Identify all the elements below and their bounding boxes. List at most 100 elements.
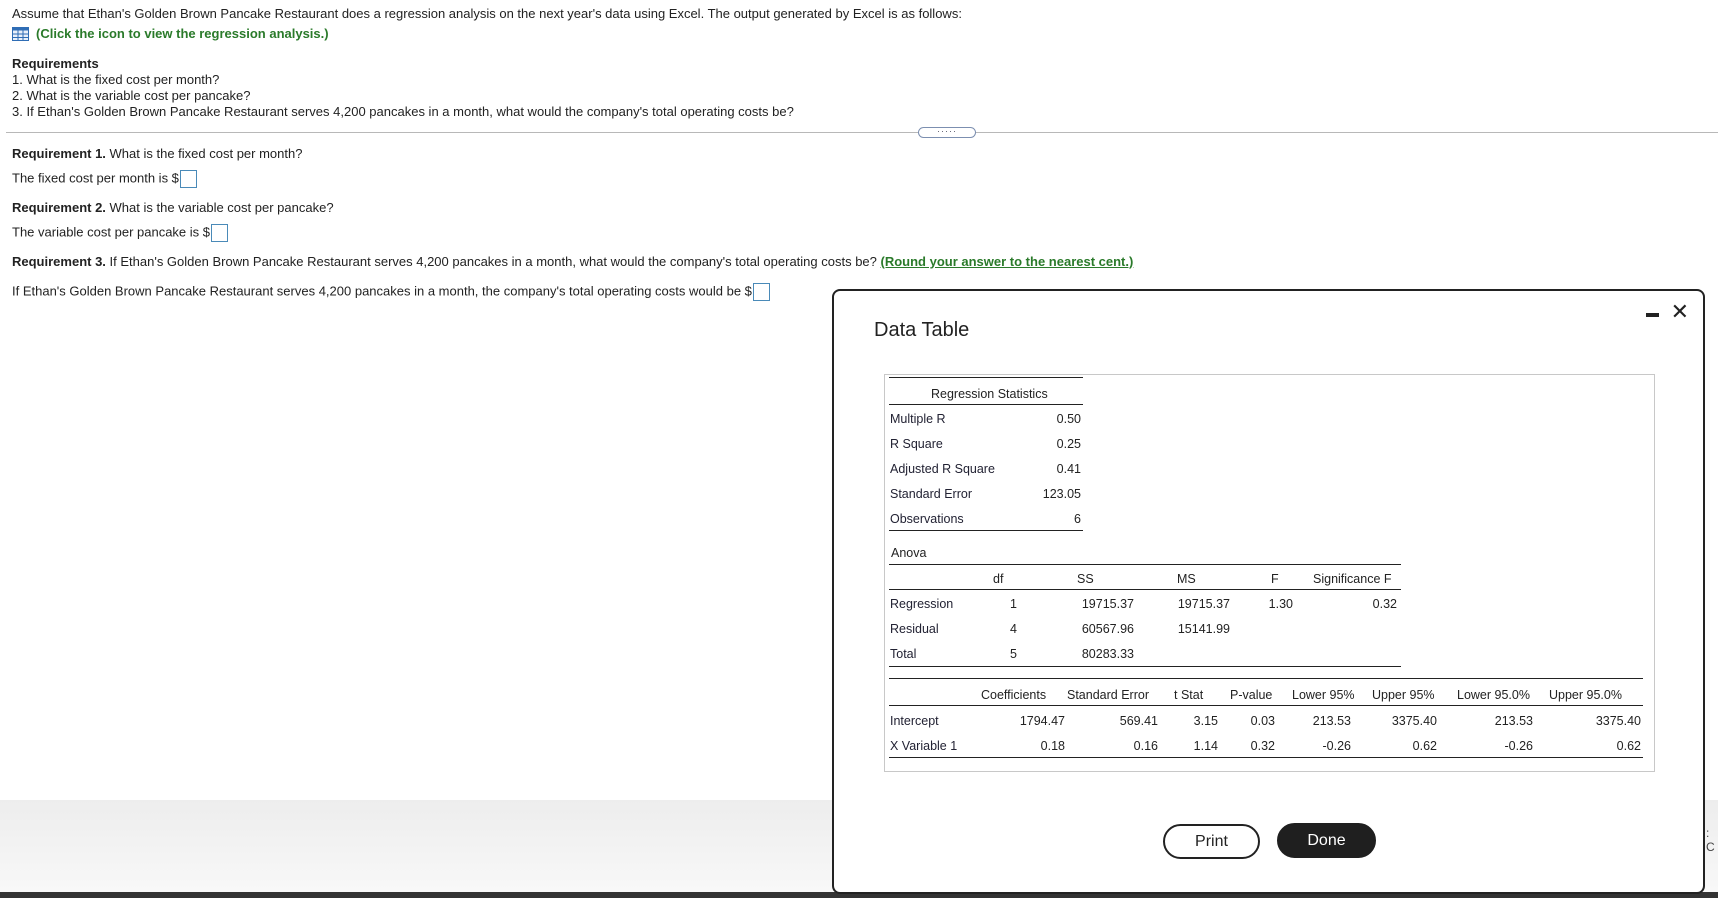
coef-cell: 0.18 xyxy=(1040,739,1065,753)
done-button[interactable]: Done xyxy=(1277,823,1376,858)
coef-cell: 3.15 xyxy=(1193,714,1218,728)
coef-header-rule xyxy=(889,705,1643,706)
total-cost-input[interactable] xyxy=(752,283,770,301)
requirement-3-label: Requirement 3. xyxy=(12,254,106,269)
coef-cell: 0.32 xyxy=(1250,739,1275,753)
coef-cell: 213.53 xyxy=(1494,714,1533,728)
coef-bottom-rule xyxy=(889,757,1643,758)
requirement-item-3: 3. If Ethan's Golden Brown Pancake Resta… xyxy=(12,104,794,119)
coef-header: Upper 95% xyxy=(1372,688,1435,702)
view-regression-link[interactable]: (Click the icon to view the regression a… xyxy=(12,26,962,41)
stat-value: 0.25 xyxy=(1056,437,1081,451)
grid-icon[interactable] xyxy=(12,26,29,41)
anova-df: 1 xyxy=(1010,597,1017,611)
anova-sig-f: 0.32 xyxy=(1372,597,1397,611)
expand-toggle[interactable]: ····· xyxy=(918,127,976,138)
requirement-2-question: Requirement 2. What is the variable cost… xyxy=(12,200,334,215)
anova-header-df: df xyxy=(993,572,1004,586)
stat-value: 6 xyxy=(1074,512,1081,526)
view-regression-link-text[interactable]: (Click the icon to view the regression a… xyxy=(36,26,329,41)
requirement-item-1: 1. What is the fixed cost per month? xyxy=(12,72,220,87)
anova-row-label: Regression xyxy=(890,597,954,611)
intro-section: Assume that Ethan's Golden Brown Pancake… xyxy=(12,6,962,41)
variable-cost-input[interactable] xyxy=(211,224,228,242)
coef-row-label: Intercept xyxy=(890,714,939,728)
requirement-3-question: Requirement 3. If Ethan's Golden Brown P… xyxy=(12,254,1133,269)
requirement-1-answer-line: The fixed cost per month is $ xyxy=(12,170,197,188)
anova-title: Anova xyxy=(891,546,927,560)
coef-cell: 213.53 xyxy=(1312,714,1351,728)
stat-label: R Square xyxy=(890,437,943,451)
requirement-item-2: 2. What is the variable cost per pancake… xyxy=(12,88,251,103)
minimize-icon[interactable] xyxy=(1645,313,1659,317)
anova-ss: 60567.96 xyxy=(1081,622,1134,636)
dialog-title: Data Table xyxy=(874,319,970,341)
close-icon[interactable]: ✕ xyxy=(1671,301,1689,323)
fixed-cost-input[interactable] xyxy=(179,170,197,188)
anova-df: 5 xyxy=(1010,647,1017,661)
requirements-title: Requirements xyxy=(12,56,99,71)
total-cost-prompt: If Ethan's Golden Brown Pancake Restaura… xyxy=(12,283,752,299)
anova-header-ms: MS xyxy=(1177,572,1196,586)
coef-cell: 0.62 xyxy=(1616,739,1641,753)
regression-statistics-header: Regression Statistics xyxy=(931,387,1048,401)
anova-top-rule xyxy=(889,564,1401,565)
coef-cell: 1794.47 xyxy=(1019,714,1065,728)
section-divider xyxy=(6,132,1718,133)
coef-header: Upper 95.0% xyxy=(1549,688,1622,702)
stat-value: 0.50 xyxy=(1056,412,1081,426)
anova-header-rule xyxy=(889,589,1401,590)
anova-df: 4 xyxy=(1010,622,1017,636)
print-button[interactable]: Print xyxy=(1163,824,1260,859)
requirement-3-text: If Ethan's Golden Brown Pancake Restaura… xyxy=(105,254,877,269)
intro-text: Assume that Ethan's Golden Brown Pancake… xyxy=(12,6,962,21)
stat-label: Multiple R xyxy=(890,412,946,426)
stat-label: Standard Error xyxy=(890,487,972,501)
coef-header: Standard Error xyxy=(1067,688,1149,702)
coef-cell: 0.03 xyxy=(1250,714,1275,728)
stat-label: Observations xyxy=(890,512,964,526)
coef-header: P-value xyxy=(1230,688,1273,702)
requirements-list: Requirements 1. What is the fixed cost p… xyxy=(12,56,794,120)
variable-cost-prompt: The variable cost per pancake is $ xyxy=(12,224,210,240)
coef-cell: -0.26 xyxy=(1504,739,1534,753)
coef-cell: 3375.40 xyxy=(1595,714,1641,728)
stat-value: 123.05 xyxy=(1042,487,1081,501)
anova-ms: 19715.37 xyxy=(1177,597,1230,611)
anova-bottom-rule xyxy=(889,666,1401,667)
coef-row-label: X Variable 1 xyxy=(890,739,958,753)
requirement-2-answer-line: The variable cost per pancake is $ xyxy=(12,224,228,242)
coef-header: Lower 95% xyxy=(1292,688,1355,702)
coef-cell: 3375.40 xyxy=(1391,714,1437,728)
stats-top-rule xyxy=(889,377,1083,378)
coef-cell: -0.26 xyxy=(1322,739,1352,753)
requirement-1-question: Requirement 1. What is the fixed cost pe… xyxy=(12,146,302,161)
requirement-1-label: Requirement 1. xyxy=(12,146,106,161)
stats-header-rule xyxy=(889,404,1083,405)
anova-header-ss: SS xyxy=(1077,572,1094,586)
anova-row-label: Total xyxy=(890,647,917,661)
stats-bottom-rule xyxy=(889,530,1083,531)
requirement-2-text: What is the variable cost per pancake? xyxy=(105,200,334,215)
requirement-2-label: Requirement 2. xyxy=(12,200,106,215)
coef-top-rule xyxy=(889,678,1643,679)
coef-cell: 1.14 xyxy=(1193,739,1218,753)
data-table-dialog: Data Table ✕ Regression Statistics Multi… xyxy=(832,289,1705,894)
coef-header: Lower 95.0% xyxy=(1457,688,1530,702)
anova-ss: 19715.37 xyxy=(1081,597,1134,611)
regression-output-table: Regression Statistics Multiple R 0.50 R … xyxy=(884,374,1655,772)
coef-cell: 0.62 xyxy=(1412,739,1437,753)
coef-header: Coefficients xyxy=(981,688,1047,702)
requirement-1-text: What is the fixed cost per month? xyxy=(105,146,303,161)
anova-f: 1.30 xyxy=(1268,597,1293,611)
coef-cell: 0.16 xyxy=(1133,739,1158,753)
fixed-cost-prompt: The fixed cost per month is $ xyxy=(12,170,179,186)
window-controls: ✕ xyxy=(1645,301,1689,323)
requirement-3-answer-line: If Ethan's Golden Brown Pancake Restaura… xyxy=(12,283,770,301)
anova-header-f: F xyxy=(1271,572,1279,586)
coef-header: t Stat xyxy=(1174,688,1204,702)
stat-value: 0.41 xyxy=(1056,462,1081,476)
stat-label: Adjusted R Square xyxy=(890,462,995,476)
anova-row-label: Residual xyxy=(890,622,939,636)
anova-ms: 15141.99 xyxy=(1177,622,1230,636)
